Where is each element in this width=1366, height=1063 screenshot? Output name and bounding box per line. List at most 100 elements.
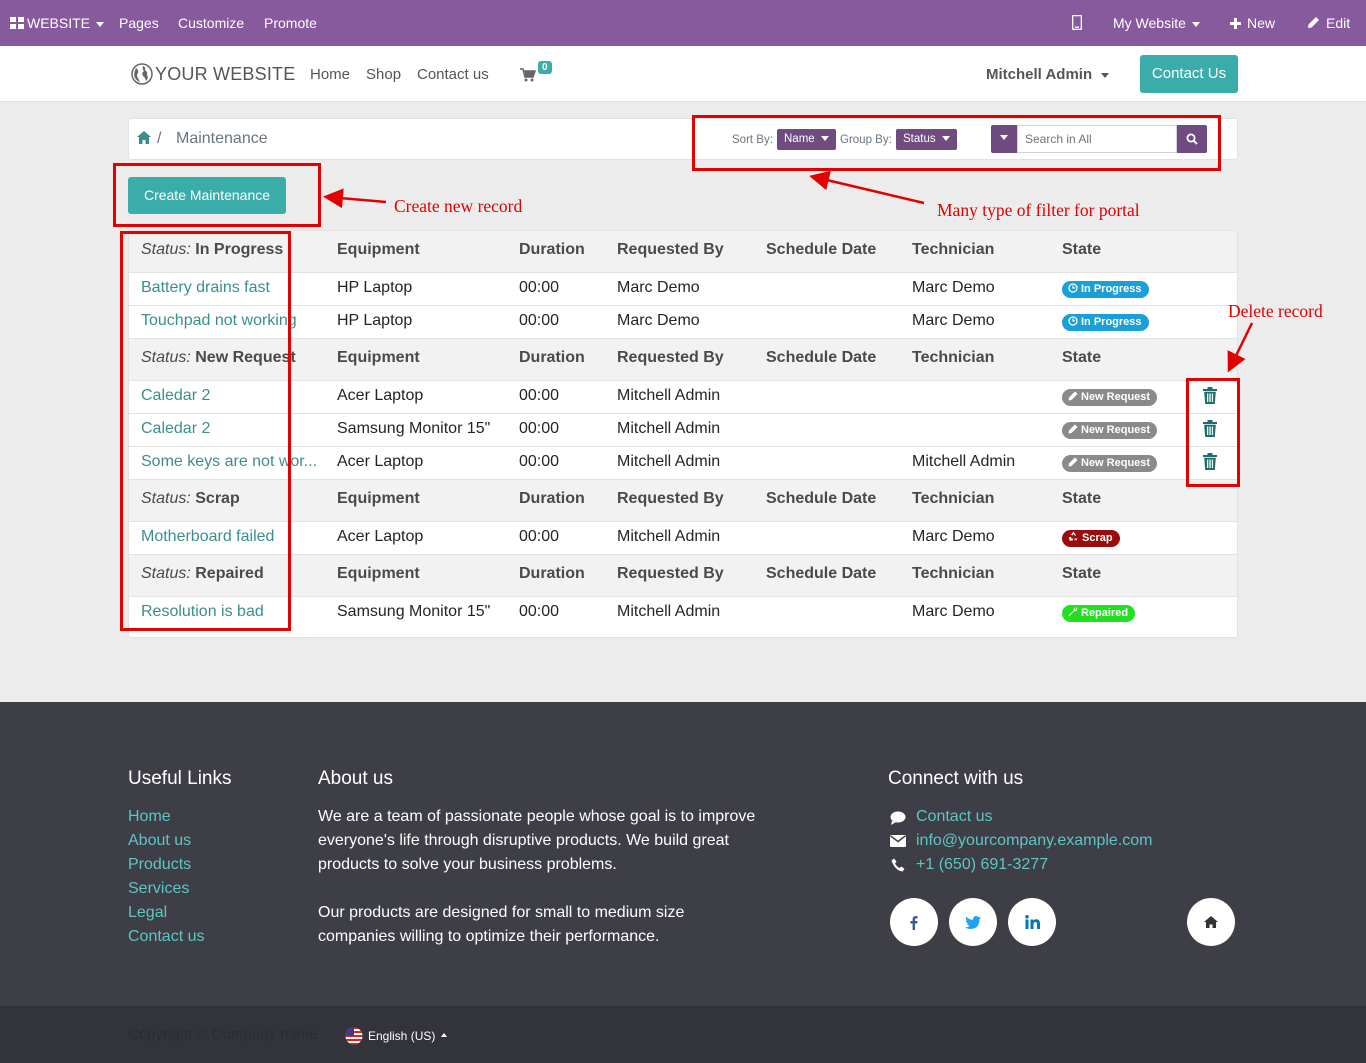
group-header-row: Status: Repaired Equipment Duration Request… [129, 554, 1237, 597]
footer-link-about[interactable]: About us [128, 832, 191, 850]
table-row[interactable]: Some keys are not wor... Acer Laptop 00:00… [129, 446, 1237, 480]
apps-menu-button[interactable]: WEBSITE [10, 0, 105, 46]
social-twitter-button[interactable] [949, 898, 997, 946]
state-badge: New Request [1062, 422, 1158, 439]
recycle-icon [1069, 531, 1078, 541]
column-header: Requested By [617, 490, 724, 507]
footer-phone-link[interactable]: +1 (650) 691-3277 [916, 856, 1048, 874]
column-header: Technician [912, 349, 995, 366]
social-home-button[interactable] [1187, 898, 1235, 946]
column-header: Duration [519, 349, 585, 366]
column-header: Duration [519, 241, 585, 258]
table-row[interactable]: Caledar 2 Samsung Monitor 15" 00:00 Mitchel… [129, 413, 1237, 447]
table-row[interactable]: Caledar 2 Acer Laptop 00:00 Mitchell Admin N… [129, 380, 1237, 414]
footer-link-products[interactable]: Products [128, 856, 191, 874]
nav-home[interactable]: Home [310, 66, 350, 83]
cell-equipment: Acer Laptop [337, 387, 424, 404]
column-header: Requested By [617, 565, 724, 582]
social-facebook-button[interactable] [890, 898, 938, 946]
website-selector-label: My Website [1113, 15, 1186, 31]
column-header: Duration [519, 565, 585, 582]
column-header: State [1062, 241, 1102, 258]
column-header: Equipment [337, 241, 420, 258]
arrow-filters [809, 170, 925, 205]
us-flag-icon [345, 1027, 363, 1045]
social-linkedin-button[interactable] [1008, 898, 1056, 946]
state-badge: New Request [1062, 389, 1158, 406]
home-icon[interactable] [137, 131, 151, 144]
cell-technician: Marc Demo [912, 528, 995, 545]
annotation-box-delete [1186, 378, 1240, 487]
annotation-filters-text: Many type of filter for portal [937, 200, 1140, 220]
column-header: Equipment [337, 565, 420, 582]
cell-requested-by: Marc Demo [617, 312, 700, 329]
mobile-preview-button[interactable] [1071, 0, 1083, 46]
column-header: State [1062, 349, 1102, 366]
chevron-down-icon [1191, 21, 1200, 27]
menu-customize[interactable]: Customize [178, 0, 244, 46]
chevron-down-icon [96, 21, 105, 27]
table-row[interactable]: Battery drains fast HP Laptop 00:00 Marc De… [129, 272, 1237, 306]
table-row[interactable]: Motherboard failed Acer Laptop 00:00 Mitche… [129, 521, 1237, 555]
cell-requested-by: Mitchell Admin [617, 528, 721, 545]
column-header: Schedule Date [766, 349, 877, 366]
cell-requested-by: Mitchell Admin [617, 420, 721, 437]
apps-grid-icon [10, 17, 24, 29]
menu-pages[interactable]: Pages [119, 0, 159, 46]
state-badge: In Progress [1062, 281, 1149, 298]
cell-equipment: Acer Laptop [337, 453, 424, 470]
annotation-box-create [113, 163, 321, 227]
cell-duration: 00:00 [519, 279, 560, 296]
cell-duration: 00:00 [519, 387, 560, 404]
state-badge: New Request [1062, 455, 1158, 472]
column-header: Duration [519, 490, 585, 507]
user-menu[interactable]: Mitchell Admin [986, 66, 1110, 83]
contact-us-button[interactable]: Contact Us [1140, 55, 1238, 93]
twitter-icon [965, 915, 981, 929]
footer-link-services[interactable]: Services [128, 880, 189, 898]
clock-icon [1068, 283, 1078, 293]
cell-requested-by: Mitchell Admin [617, 387, 721, 404]
footer-email-link[interactable]: info@yourcompany.example.com [916, 832, 1153, 850]
mobile-icon [1071, 14, 1083, 31]
language-selector[interactable]: English (US) [345, 1027, 448, 1045]
linkedin-icon [1024, 915, 1040, 929]
menu-promote[interactable]: Promote [264, 0, 317, 46]
comment-icon [890, 811, 906, 825]
pencil-icon [1068, 391, 1078, 401]
pencil-icon [1308, 17, 1319, 28]
cell-technician: Marc Demo [912, 279, 995, 296]
cell-equipment: Samsung Monitor 15" [337, 603, 491, 620]
cell-technician: Mitchell Admin [912, 453, 1016, 470]
footer-link-home[interactable]: Home [128, 808, 171, 826]
cell-duration: 00:00 [519, 528, 560, 545]
footer-contact-link[interactable]: Contact us [916, 808, 992, 826]
nav-contact-us[interactable]: Contact us [417, 66, 489, 83]
chevron-up-icon [441, 1032, 448, 1037]
cell-equipment: Samsung Monitor 15" [337, 420, 491, 437]
cart-count-badge: 0 [538, 61, 552, 74]
annotation-box-filters [692, 115, 1221, 171]
edit-button[interactable]: Edit [1307, 0, 1350, 46]
footer-link-contact[interactable]: Contact us [128, 928, 204, 946]
website-selector[interactable]: My Website [1113, 0, 1200, 46]
maintenance-table: Status: In Progress Equipment Duration Requ… [128, 230, 1238, 638]
cell-duration: 00:00 [519, 603, 560, 620]
column-header: Schedule Date [766, 565, 877, 582]
group-header-row: Status: New Request Equipment Duration Requ… [129, 338, 1237, 381]
annotation-box-names [120, 231, 291, 631]
connect-title: Connect with us [888, 768, 1024, 789]
cell-requested-by: Mitchell Admin [617, 453, 721, 470]
column-header: State [1062, 490, 1102, 507]
cart-icon[interactable] [520, 68, 536, 82]
footer-link-legal[interactable]: Legal [128, 904, 167, 922]
nav-shop[interactable]: Shop [366, 66, 401, 83]
cell-duration: 00:00 [519, 312, 560, 329]
site-logo[interactable]: YOUR WEBSITE [131, 60, 295, 88]
cell-equipment: HP Laptop [337, 279, 413, 296]
table-row[interactable]: Touchpad not working HP Laptop 00:00 Marc D… [129, 305, 1237, 339]
new-button[interactable]: New [1230, 0, 1275, 46]
table-row[interactable]: Resolution is bad Samsung Monitor 15" 00:0… [129, 596, 1237, 630]
new-button-label: New [1247, 15, 1276, 31]
apps-menu-label: WEBSITE [27, 15, 91, 31]
